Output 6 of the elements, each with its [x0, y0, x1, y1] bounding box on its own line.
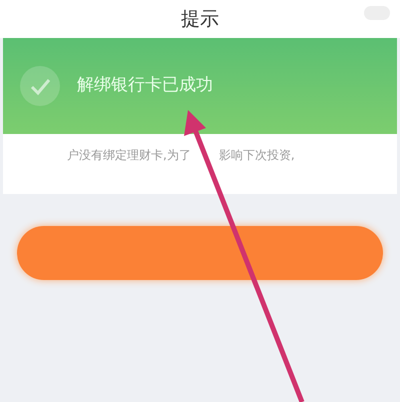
success-message: 解绑银行卡已成功: [77, 74, 213, 98]
check-icon: [19, 65, 61, 107]
notice-text: 影响下次投资,: [218, 147, 295, 164]
page-title: 提示: [181, 6, 219, 32]
notice-text: 户没有绑定理财卡,为了: [67, 147, 191, 164]
action-button[interactable]: [17, 226, 383, 280]
